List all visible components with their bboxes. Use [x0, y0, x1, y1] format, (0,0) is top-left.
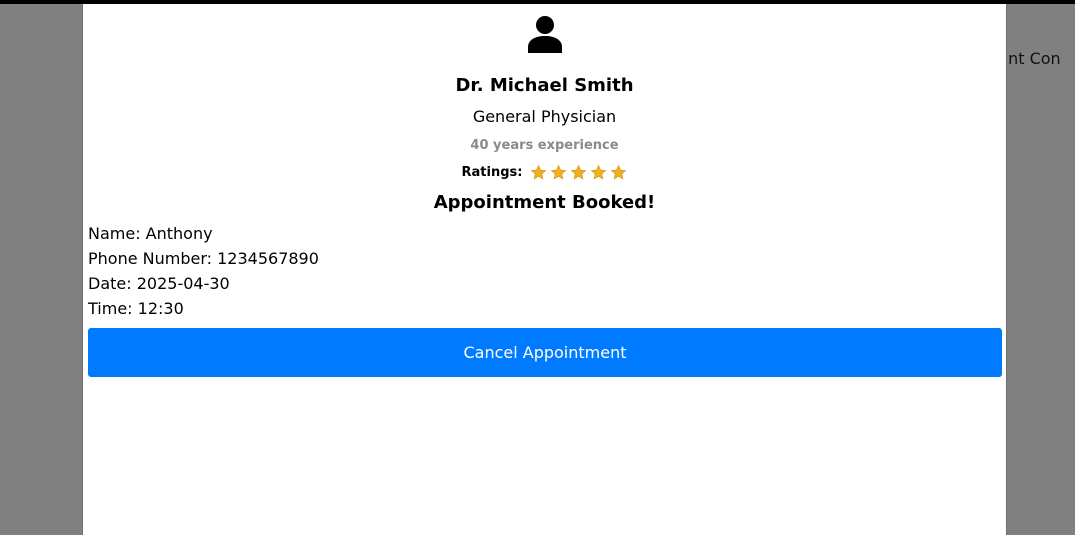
appointment-modal: Dr. Michael Smith General Physician 40 y… [82, 4, 1007, 535]
star-icon [551, 164, 567, 180]
appointment-time: Time: 12:30 [88, 299, 184, 318]
person-icon [528, 16, 562, 53]
booking-confirmation-title: Appointment Booked! [433, 192, 656, 213]
ratings-row: Ratings: [83, 164, 1006, 181]
doctor-name: Dr. Michael Smith [455, 75, 634, 96]
star-icon [531, 164, 547, 180]
star-icon [611, 164, 627, 180]
doctor-specialty: General Physician [472, 107, 617, 126]
doctor-experience: 40 years experience [470, 138, 619, 153]
star-icon [591, 164, 607, 180]
star-icon [571, 164, 587, 180]
cancel-appointment-button[interactable]: Cancel Appointment [88, 328, 1002, 377]
booking-details: Name: Anthony Phone Number: 1234567890 D… [88, 221, 319, 321]
appointment-date: Date: 2025-04-30 [88, 274, 230, 293]
ratings-label: Ratings: [461, 165, 523, 180]
patient-name: Name: Anthony [88, 224, 213, 243]
star-rating [527, 164, 627, 181]
phone-number: Phone Number: 1234567890 [88, 249, 319, 268]
